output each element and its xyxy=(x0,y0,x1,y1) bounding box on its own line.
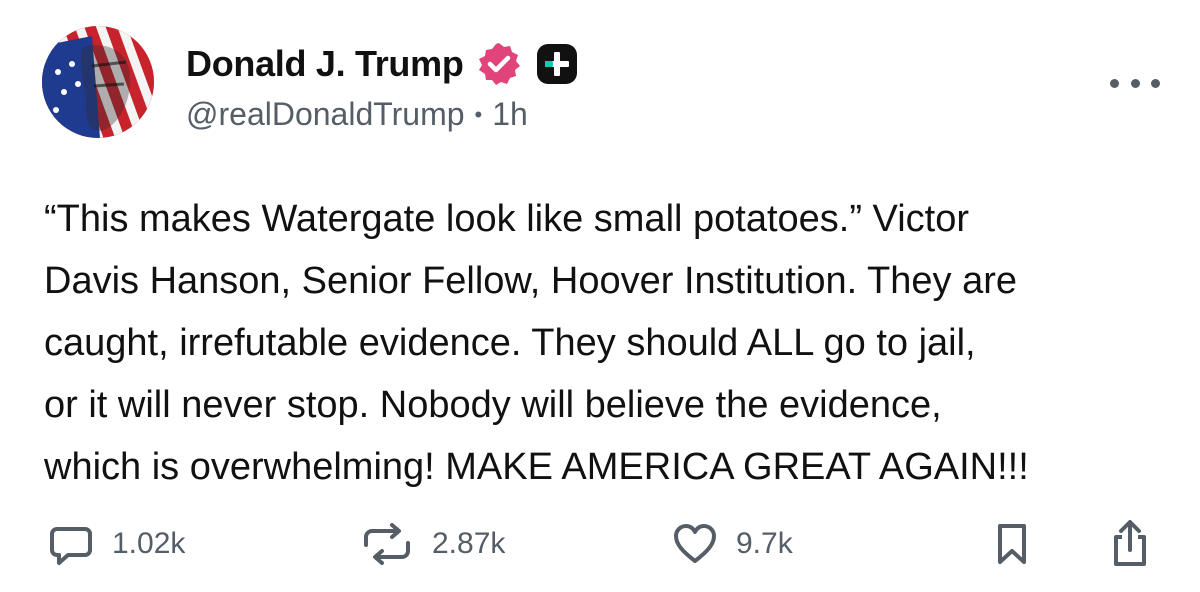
meta-separator: • xyxy=(474,101,483,127)
repost-button[interactable]: 2.87k xyxy=(360,512,505,576)
bookmark-icon xyxy=(992,521,1032,567)
heart-icon xyxy=(672,521,718,567)
post-timestamp[interactable]: 1h xyxy=(492,96,528,133)
plus-badge-icon xyxy=(534,41,580,87)
avatar[interactable] xyxy=(42,26,154,138)
post-text: “This makes Watergate look like small po… xyxy=(44,198,1029,488)
avatar-image xyxy=(42,26,154,138)
action-bar: 1.02k 2.87k 9.7k xyxy=(0,512,1200,576)
like-button[interactable]: 9.7k xyxy=(672,512,793,576)
reply-icon xyxy=(48,521,94,567)
post-card: Donald J. Trump @realDonaldTrump • 1h “T… xyxy=(0,0,1200,592)
reply-count: 1.02k xyxy=(112,527,186,560)
more-dot-icon xyxy=(1151,78,1160,88)
reply-button[interactable]: 1.02k xyxy=(48,512,185,576)
share-icon xyxy=(1108,519,1152,569)
more-dot-icon xyxy=(1130,78,1140,88)
like-count: 9.7k xyxy=(736,527,793,560)
author-meta: @realDonaldTrump • 1h xyxy=(186,96,528,133)
author-display-name[interactable]: Donald J. Trump xyxy=(186,43,464,85)
more-options-button[interactable] xyxy=(1110,68,1160,98)
repost-icon xyxy=(360,521,414,567)
repost-count: 2.87k xyxy=(432,527,506,560)
verified-icon xyxy=(476,41,522,87)
bookmark-button[interactable] xyxy=(992,512,1032,576)
more-dot-icon xyxy=(1110,78,1119,88)
author-name-row: Donald J. Trump xyxy=(186,40,580,88)
author-handle[interactable]: @realDonaldTrump xyxy=(186,96,465,133)
share-button[interactable] xyxy=(1108,512,1152,576)
